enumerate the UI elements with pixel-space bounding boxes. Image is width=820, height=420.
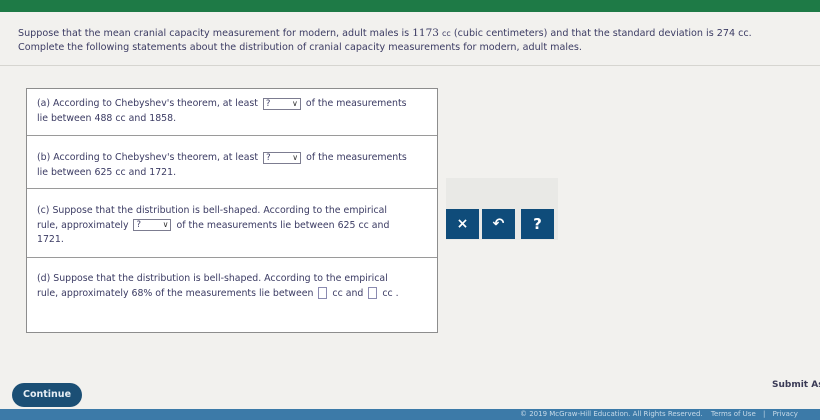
problem-line-2: Complete the following statements about … <box>18 42 582 53</box>
question-c-select[interactable]: ? ∨ <box>133 219 172 231</box>
select-value: ? <box>266 152 271 163</box>
divider <box>0 65 820 66</box>
mean-value: 1173 <box>412 27 439 39</box>
undo-button[interactable]: ↶ <box>482 209 515 239</box>
chevron-down-icon: ∨ <box>292 98 298 108</box>
question-c-text-4: 1721. <box>37 234 64 245</box>
top-bar <box>0 0 820 12</box>
select-value: ? <box>265 98 271 109</box>
question-b-text: (b) According to Chebyshev's theorem, at… <box>37 152 259 163</box>
question-table: (a) According to Chebyshev's theorem, at… <box>26 88 438 333</box>
question-c-text-2: rule, approximately <box>37 219 129 231</box>
question-d-text-2: rule, approximately 68% of the measureme… <box>37 287 314 299</box>
question-a-text-2: of the measurements <box>305 98 407 109</box>
answer-tools-panel: × ↶ ? <box>446 178 558 240</box>
question-a: (a) According to Chebyshev's theorem, at… <box>27 89 437 135</box>
copyright-text: © 2019 McGraw-Hill Education. All Rights… <box>520 410 703 418</box>
unit-label: cc <box>442 29 451 38</box>
help-icon: ? <box>533 215 542 233</box>
footer: © 2019 McGraw-Hill Education. All Rights… <box>520 409 820 420</box>
select-value: ? <box>136 220 141 230</box>
upper-bound-input[interactable] <box>368 287 378 299</box>
lower-bound-input[interactable] <box>318 287 328 299</box>
question-c-text: (c) Suppose that the distribution is bel… <box>37 205 387 216</box>
question-a-text: (a) According to Chebyshev's theorem, at… <box>37 98 258 109</box>
close-icon: × <box>456 216 469 232</box>
question-c: (c) Suppose that the distribution is bel… <box>27 188 437 257</box>
problem-text-2: (cubic centimeters) and that the standar… <box>450 28 752 39</box>
footer-separator: | <box>763 410 766 418</box>
privacy-link[interactable]: Privacy <box>773 410 798 418</box>
question-a-select[interactable]: ? ∨ <box>262 97 301 110</box>
question-b-select[interactable]: ? ∨ <box>263 151 302 164</box>
question-b-text-3: lie between 625 cc and 1721. <box>37 166 177 178</box>
question-d-text: (d) Suppose that the distribution is bel… <box>37 273 388 284</box>
help-button[interactable]: ? <box>521 209 554 239</box>
chevron-down-icon: ∨ <box>292 152 299 162</box>
submit-button[interactable]: Submit As <box>772 380 820 390</box>
problem-line-1: Suppose that the mean cranial capacity m… <box>18 26 798 41</box>
question-d-text-3: cc and <box>332 287 364 299</box>
question-d: (d) Suppose that the distribution is bel… <box>27 257 437 332</box>
continue-button[interactable]: Continue <box>12 383 82 407</box>
question-b-text-2: of the measurements <box>306 152 407 163</box>
problem-text: Suppose that the mean cranial capacity m… <box>18 28 413 39</box>
question-d-text-4: cc . <box>382 287 399 299</box>
clear-button[interactable]: × <box>446 209 479 239</box>
undo-icon: ↶ <box>492 216 505 232</box>
question-a-text-3: lie between 488 cc and 1858. <box>37 112 177 124</box>
problem-statement: Suppose that the mean cranial capacity m… <box>18 26 798 55</box>
chevron-down-icon: ∨ <box>162 220 169 229</box>
terms-link[interactable]: Terms of Use <box>711 410 756 418</box>
question-b: (b) According to Chebyshev's theorem, at… <box>27 135 437 188</box>
question-c-text-3: of the measurements lie between 625 cc a… <box>176 219 390 231</box>
